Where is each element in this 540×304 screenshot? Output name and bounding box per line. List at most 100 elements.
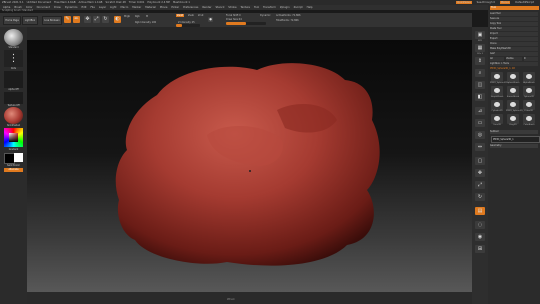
color-picker[interactable] <box>4 128 23 147</box>
home-page-button[interactable]: Home Page <box>3 16 21 25</box>
brush-dot-icon[interactable]: ● <box>208 17 213 22</box>
tool-thumb[interactable] <box>507 100 519 110</box>
transp-button[interactable]: ◌ <box>475 221 485 229</box>
load-tool-button[interactable]: Load Tool <box>490 12 538 16</box>
tool-thumb[interactable] <box>491 114 503 124</box>
paste-tool-button[interactable]: Paste Tool <box>490 27 538 31</box>
tool-thumb[interactable] <box>523 86 535 96</box>
local-button[interactable]: ◎ <box>475 131 485 139</box>
secondary-color-swatch[interactable] <box>14 153 23 162</box>
save-as-button[interactable]: Save As <box>490 17 538 21</box>
tool-thumb[interactable] <box>491 100 503 110</box>
clone-button[interactable]: Clone <box>490 42 538 46</box>
alternate-button[interactable]: Alternate <box>4 168 23 172</box>
bpr-button[interactable]: ▣ <box>475 31 485 39</box>
rotate-icon[interactable]: ↻ <box>102 16 109 23</box>
geometry-header[interactable]: Geometry <box>490 144 538 148</box>
menu-transform[interactable]: Transform <box>263 6 276 9</box>
viewport-canvas[interactable] <box>27 40 472 292</box>
menu-macro[interactable]: Macro <box>120 6 128 9</box>
dynamic-toggle[interactable]: Dynamic <box>260 14 271 17</box>
actual-button[interactable]: ◫ <box>475 81 485 89</box>
alpha-thumbnail[interactable] <box>4 71 23 88</box>
polyframe-button[interactable]: ▤ <box>475 207 485 215</box>
material-thumbnail[interactable] <box>4 107 23 124</box>
menu-edit[interactable]: Edit <box>81 6 86 9</box>
xpose-button[interactable]: ⊞ <box>475 245 485 253</box>
live-boolean-button[interactable]: Live Boolean <box>42 16 62 25</box>
export-button[interactable]: Export <box>490 37 538 41</box>
menu-stencil[interactable]: Stencil <box>216 6 225 9</box>
menu-dynamics[interactable]: Dynamics <box>65 6 78 9</box>
floor-button[interactable]: ▭ <box>475 119 485 127</box>
menu-file[interactable]: File <box>90 6 94 9</box>
menu-material[interactable]: Material <box>145 6 156 9</box>
menu-movie[interactable]: Movie <box>160 6 168 9</box>
sculpt-mesh[interactable] <box>27 40 472 292</box>
menu-preferences[interactable]: Preferences <box>183 6 198 9</box>
tool-thumb[interactable] <box>491 86 503 96</box>
r-button[interactable]: R <box>524 57 538 61</box>
menus-button[interactable]: Menus <box>499 1 511 4</box>
color-sv-square[interactable] <box>9 133 18 142</box>
menu-zscript[interactable]: Zscript <box>294 6 303 9</box>
zadd-toggle[interactable]: Zadd <box>176 14 185 17</box>
stroke-thumbnail[interactable]: ⋮ <box>4 50 23 67</box>
tool-thumb[interactable] <box>523 114 535 124</box>
switch-color-label[interactable]: SwitchColor <box>2 164 25 167</box>
subtool-item[interactable]: PM3D_Sphere3D_1 <box>491 136 540 143</box>
solo-button[interactable]: ◉ <box>475 233 485 241</box>
scale-view-button[interactable]: ⤢ <box>475 181 485 189</box>
quicksave-button[interactable]: QuickSave <box>456 1 472 4</box>
draw-size-slider[interactable] <box>226 22 266 25</box>
menu-help[interactable]: Help <box>307 6 313 9</box>
rotate-view-button[interactable]: ↻ <box>475 193 485 201</box>
spix-button[interactable]: ▦ <box>475 44 485 52</box>
default-zscript-button[interactable]: DefaultZScript <box>515 1 534 4</box>
menu-layer[interactable]: Layer <box>99 6 106 9</box>
lightbox-button[interactable]: LightBox <box>22 16 38 25</box>
rgb-toggle[interactable]: Rgb <box>135 15 140 18</box>
menu-marker[interactable]: Marker <box>132 6 141 9</box>
move-view-button[interactable]: ✥ <box>475 169 485 177</box>
menu-stroke[interactable]: Stroke <box>228 6 236 9</box>
copy-tool-button[interactable]: Copy Tool <box>490 22 538 26</box>
draw-icon[interactable]: ✏ <box>73 16 80 23</box>
visible-button[interactable]: Visible <box>506 57 522 61</box>
move-icon[interactable]: ✥ <box>84 16 91 23</box>
tool-thumb[interactable] <box>507 86 519 96</box>
see-through-slider[interactable]: See-through 0 <box>477 1 495 4</box>
import-button[interactable]: Import <box>490 32 538 36</box>
all-button[interactable]: All <box>490 57 504 61</box>
tool-thumb[interactable] <box>523 100 535 110</box>
menu-picker[interactable]: Picker <box>171 6 179 9</box>
aahalf-button[interactable]: ◧ <box>475 93 485 101</box>
menu-light[interactable]: Light <box>110 6 116 9</box>
persp-button[interactable]: ⊿ <box>475 107 485 115</box>
goz-button[interactable]: GoZ <box>490 52 538 56</box>
menu-render[interactable]: Render <box>202 6 211 9</box>
scale-icon[interactable]: ⤢ <box>93 16 100 23</box>
make-polymesh-button[interactable]: Make PolyMesh3D <box>490 47 538 51</box>
zoom-button[interactable]: ⌕ <box>475 69 485 77</box>
lightbox-tools-button[interactable]: Lightbox > Tools <box>490 62 538 66</box>
lsym-button[interactable]: ⇔ <box>475 143 485 151</box>
tool-thumb[interactable] <box>507 114 519 124</box>
tool-thumb[interactable] <box>507 72 519 82</box>
menu-zplugin[interactable]: Zplugin <box>280 6 290 9</box>
menu-draw[interactable]: Draw <box>54 6 61 9</box>
material-icon[interactable]: ◐ <box>114 16 121 23</box>
menu-texture[interactable]: Texture <box>241 6 251 9</box>
tool-thumb[interactable] <box>523 72 535 82</box>
frame-button[interactable]: ▢ <box>475 157 485 165</box>
zsub-toggle[interactable]: Zsub <box>188 14 194 17</box>
tool-thumb[interactable] <box>491 72 503 82</box>
tool-palette-title[interactable]: Tool <box>490 6 539 10</box>
menu-tool[interactable]: Tool <box>254 6 259 9</box>
scroll-button[interactable]: ⇕ <box>475 57 485 65</box>
menu-document[interactable]: Document <box>37 6 50 9</box>
m-toggle[interactable]: M <box>146 15 148 18</box>
zcut-toggle[interactable]: Zcut <box>198 14 203 17</box>
mrgb-toggle[interactable]: Mrgb <box>124 15 130 18</box>
edit-icon[interactable]: ✎ <box>64 16 71 23</box>
